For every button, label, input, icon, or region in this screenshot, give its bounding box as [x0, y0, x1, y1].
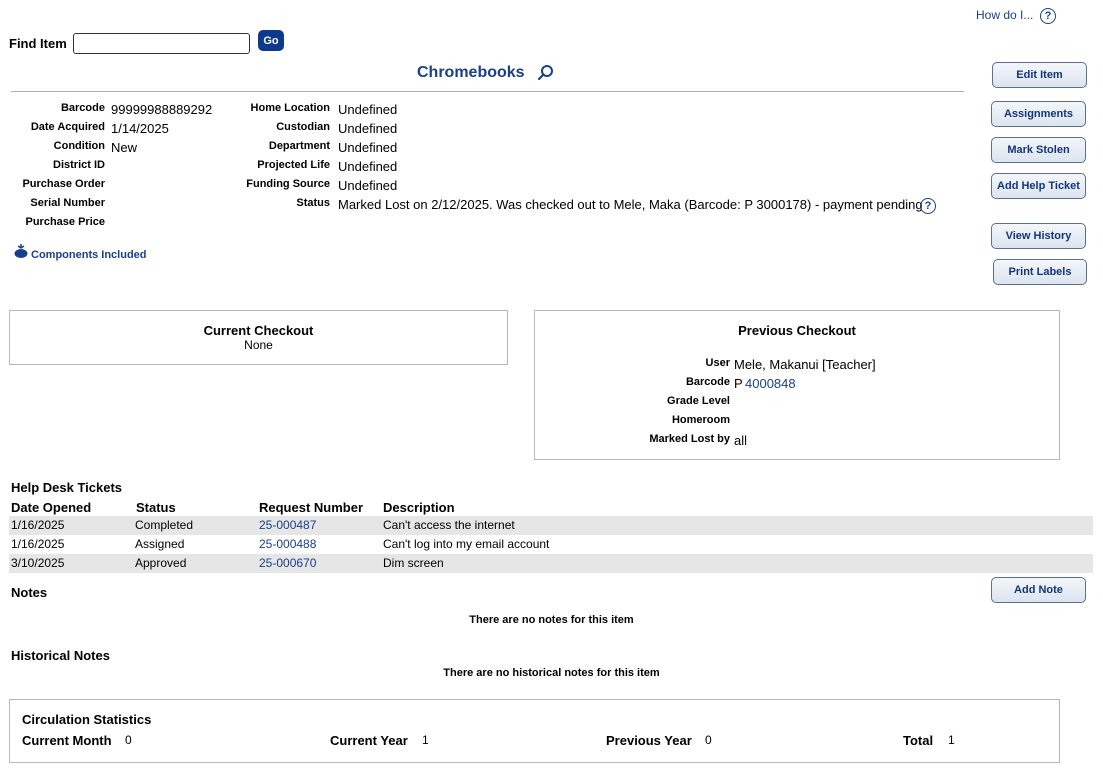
field-label-date-acquired: Date Acquired: [30, 121, 105, 133]
status-help-icon[interactable]: ?: [920, 198, 936, 214]
current-month-label: Current Month: [22, 733, 112, 748]
field-value-barcode: 99999988889292: [111, 102, 213, 117]
field-value-funding-source: Undefined: [338, 178, 398, 193]
field-value-projected-life: Undefined: [338, 159, 398, 174]
historical-notes-title: Historical Notes: [11, 648, 110, 663]
prev-user-label: User: [705, 357, 730, 369]
col-request-number: Request Number: [259, 500, 364, 515]
field-value-home-location: Undefined: [338, 102, 398, 117]
field-label-projected-life: Projected Life: [257, 159, 330, 171]
assignments-button[interactable]: Assignments: [991, 101, 1086, 127]
cell-date: 3/10/2025: [11, 556, 65, 570]
title-divider: [11, 91, 964, 92]
mark-stolen-button[interactable]: Mark Stolen: [991, 137, 1086, 163]
cell-description: Can't access the internet: [383, 518, 515, 532]
field-value-status: Marked Lost on 2/12/2025. Was checked ou…: [338, 197, 923, 212]
field-label-district-id: District ID: [53, 159, 105, 171]
notes-title: Notes: [11, 585, 48, 600]
tickets-title: Help Desk Tickets: [11, 480, 123, 495]
add-help-ticket-button[interactable]: Add Help Ticket: [991, 173, 1086, 199]
col-date-opened: Date Opened: [11, 500, 92, 515]
field-label-condition: Condition: [53, 140, 105, 152]
cell-date: 1/16/2025: [11, 518, 65, 532]
current-year-value: 1: [422, 733, 429, 747]
field-label-purchase-price: Purchase Price: [25, 216, 106, 228]
field-label-purchase-order: Purchase Order: [22, 178, 105, 190]
cell-status: Approved: [135, 556, 187, 570]
field-value-date-acquired: 1/14/2025: [111, 121, 169, 136]
cell-request-link[interactable]: 25-000487: [259, 518, 316, 532]
cell-description: Can't log into my email account: [383, 537, 550, 551]
field-value-custodian: Undefined: [338, 121, 398, 136]
cell-status: Completed: [135, 518, 194, 532]
print-labels-button[interactable]: Print Labels: [993, 259, 1087, 285]
find-item-input[interactable]: [73, 33, 250, 54]
previous-year-label: Previous Year: [606, 733, 692, 748]
prev-barcode-link[interactable]: 4000848: [745, 376, 796, 391]
cell-date: 1/16/2025: [11, 537, 65, 551]
previous-checkout-title: Previous Checkout: [738, 323, 856, 338]
cell-description: Dim screen: [383, 556, 444, 570]
prev-lost-by-value: all: [734, 433, 748, 448]
field-value-department: Undefined: [338, 140, 398, 155]
current-checkout-title: Current Checkout: [203, 323, 314, 338]
field-label-home-location: Home Location: [250, 102, 330, 114]
col-description: Description: [383, 500, 455, 515]
field-value-condition: New: [111, 140, 138, 155]
field-label-funding-source: Funding Source: [246, 178, 330, 190]
prev-user-value: Mele, Makanui [Teacher]: [734, 357, 876, 372]
components-icon: [13, 243, 29, 259]
field-label-department: Department: [268, 140, 330, 152]
cell-request-link[interactable]: 25-000670: [259, 556, 316, 570]
current-checkout-box: Current Checkout None: [9, 310, 508, 365]
current-month-value: 0: [125, 733, 132, 747]
go-button[interactable]: Go: [258, 30, 284, 51]
field-label-serial-number: Serial Number: [30, 197, 105, 209]
table-row: 3/10/2025 Approved 25-000670 Dim screen: [9, 554, 1093, 573]
circulation-title: Circulation Statistics: [22, 712, 152, 727]
total-value: 1: [948, 733, 955, 747]
notes-empty-text: There are no notes for this item: [469, 614, 634, 626]
tickets-header-row: Date Opened Status Request Number Descri…: [9, 498, 1093, 517]
components-included-link[interactable]: Components Included: [31, 249, 147, 261]
field-label-barcode: Barcode: [60, 102, 105, 114]
current-year-label: Current Year: [330, 733, 408, 748]
field-label-status: Status: [296, 197, 330, 209]
how-do-i-link[interactable]: How do I...: [976, 8, 1033, 22]
cell-status: Assigned: [135, 537, 185, 551]
table-row: 1/16/2025 Assigned 25-000488 Can't log i…: [9, 535, 1093, 554]
search-icon[interactable]: [537, 64, 555, 82]
circulation-box: Circulation Statistics Current Month 0 C…: [9, 699, 1060, 763]
cell-request-link[interactable]: 25-000488: [259, 537, 316, 551]
total-label: Total: [903, 733, 934, 748]
historical-notes-empty-text: There are no historical notes for this i…: [443, 667, 660, 679]
field-label-custodian: Custodian: [276, 121, 330, 133]
previous-checkout-box: Previous Checkout User Mele, Makanui [Te…: [534, 310, 1060, 460]
prev-homeroom-label: Homeroom: [671, 414, 730, 426]
previous-year-value: 0: [705, 733, 712, 747]
add-note-button[interactable]: Add Note: [991, 577, 1086, 603]
item-title: Chromebooks: [417, 64, 525, 81]
table-row: 1/16/2025 Completed 25-000487 Can't acce…: [9, 516, 1093, 535]
help-icon[interactable]: ?: [1040, 8, 1056, 24]
view-history-button[interactable]: View History: [991, 223, 1086, 249]
col-status: Status: [136, 500, 176, 515]
prev-barcode-prefix: P: [734, 376, 743, 391]
current-checkout-value: None: [244, 338, 273, 352]
prev-grade-label: Grade Level: [667, 395, 730, 407]
prev-barcode-label: Barcode: [685, 376, 730, 388]
prev-lost-by-label: Marked Lost by: [649, 433, 730, 445]
find-item-label: Find Item: [9, 36, 67, 51]
edit-item-button[interactable]: Edit Item: [992, 62, 1087, 88]
